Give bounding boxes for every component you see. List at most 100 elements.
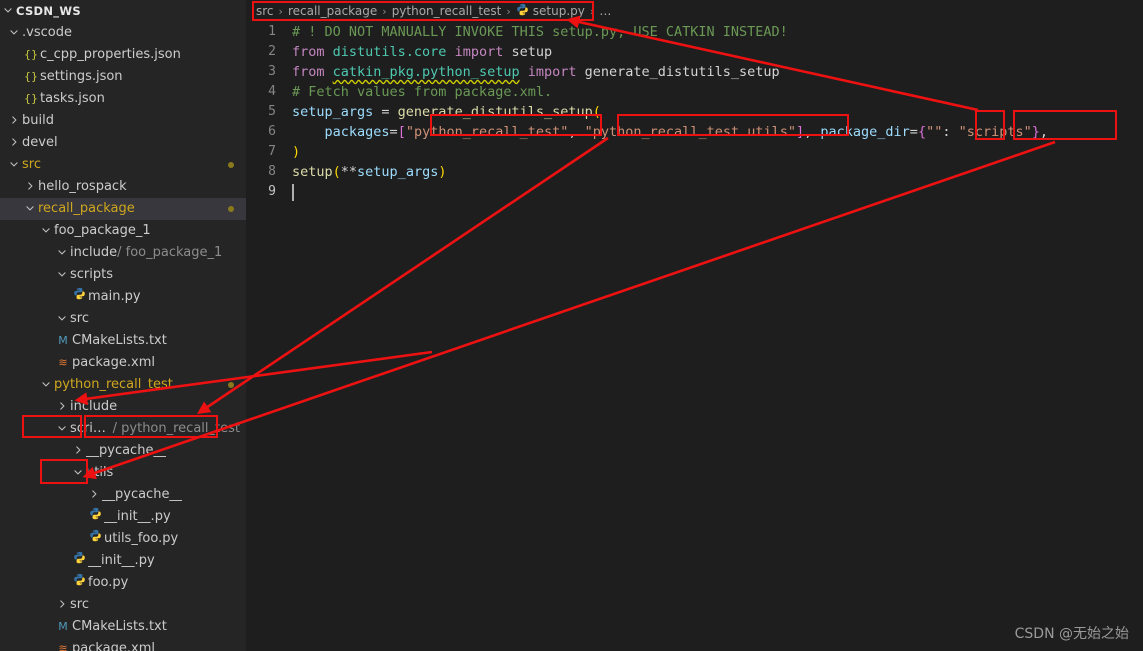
tree-item-include[interactable]: include — [0, 396, 246, 418]
tree-item-__init__py[interactable]: __init__.py — [0, 550, 246, 572]
tree-item-__pycache__[interactable]: __pycache__ — [0, 484, 246, 506]
code-line[interactable]: 7) — [246, 142, 1143, 162]
tree-item-devel[interactable]: devel — [0, 132, 246, 154]
chevron-right-icon[interactable] — [86, 484, 102, 506]
tree-item-recall_package[interactable]: recall_package — [0, 198, 246, 220]
line-text[interactable]: setup(**setup_args) — [292, 162, 446, 182]
tree-item-include[interactable]: include / foo_package_1 — [0, 242, 246, 264]
tree-item-utils[interactable]: utils — [0, 462, 246, 484]
editor-pane[interactable]: src › recall_package › python_recall_test › se… — [246, 0, 1143, 651]
tree-item-settingsjson[interactable]: {} settings.json — [0, 66, 246, 88]
tree-item-packagexml[interactable]: ≋ package.xml — [0, 638, 246, 651]
tree-item-CMakeListstxt[interactable]: M CMakeLists.txt — [0, 616, 246, 638]
code-token: import — [519, 64, 585, 80]
line-text[interactable]: # ! DO NOT MANUALLY INVOKE THIS setup.py… — [292, 22, 788, 42]
code-token: setup — [292, 164, 333, 180]
code-line[interactable]: 2 from distutils.core import setup — [246, 42, 1143, 62]
modified-dot — [228, 206, 234, 212]
tree-item-tasksjson[interactable]: {} tasks.json — [0, 88, 246, 110]
breadcrumb[interactable]: src › recall_package › python_recall_test › se… — [246, 0, 611, 22]
tree-item-__pycache__[interactable]: __pycache__ — [0, 440, 246, 462]
tree-item-label: build — [22, 113, 54, 128]
chevron-right-icon[interactable] — [70, 440, 86, 462]
tree-item-src[interactable]: src — [0, 308, 246, 330]
code-token: , — [1039, 124, 1049, 140]
tree-item-mainpy[interactable]: main.py — [0, 286, 246, 308]
tree-item-label: tasks.json — [40, 91, 105, 106]
tree-item-scripts[interactable]: scripts / python_recall_test — [0, 418, 246, 440]
tree-root[interactable]: CSDN_WS — [0, 0, 246, 22]
tree-item-src[interactable]: src — [0, 154, 246, 176]
code-token: setup_args — [292, 104, 374, 120]
chevron-right-icon[interactable] — [6, 132, 22, 154]
tree-item-packagexml[interactable]: ≋ package.xml — [0, 352, 246, 374]
chevron-down-icon[interactable] — [22, 198, 38, 220]
chevron-down-icon[interactable] — [6, 22, 22, 44]
tree-item-hello_rospack[interactable]: hello_rospack — [0, 176, 246, 198]
tree-item-foopy[interactable]: foo.py — [0, 572, 246, 594]
line-text[interactable]: ) — [292, 142, 300, 162]
tree-item-utils_foopy[interactable]: utils_foo.py — [0, 528, 246, 550]
line-number: 5 — [268, 104, 276, 119]
line-text[interactable]: setup_args = generate_distutils_setup( — [292, 102, 601, 122]
code-token: { — [917, 124, 927, 140]
line-text[interactable]: # Fetch values from package.xml. — [292, 82, 552, 102]
chevron-down-icon[interactable] — [54, 418, 70, 440]
tree-item-label: CMakeLists.txt — [72, 333, 167, 348]
tree-item-label: package.xml — [72, 641, 155, 651]
tree-item-label: __init__.py — [104, 509, 171, 524]
breadcrumb-item[interactable]: src — [256, 4, 274, 18]
tree-item-label: src — [22, 157, 41, 172]
breadcrumb-item[interactable]: python_recall_test — [392, 4, 502, 18]
code-line[interactable]: 1 # ! DO NOT MANUALLY INVOKE THIS setup.p… — [246, 22, 1143, 42]
chevron-down-icon[interactable] — [70, 462, 86, 484]
tree-item-scripts[interactable]: scripts — [0, 264, 246, 286]
line-text[interactable] — [292, 182, 294, 202]
chevron-down-icon[interactable] — [54, 264, 70, 286]
tree-item-src[interactable]: src — [0, 594, 246, 616]
line-text[interactable]: from distutils.core import setup — [292, 42, 552, 62]
code-token: setup — [511, 44, 553, 60]
chevron-right-icon[interactable] — [6, 110, 22, 132]
tree-item-build[interactable]: build — [0, 110, 246, 132]
tree-item-vscode[interactable]: .vscode — [0, 22, 246, 44]
chevron-down-icon[interactable] — [6, 154, 22, 176]
tree-item-__init__py[interactable]: __init__.py — [0, 506, 246, 528]
breadcrumb-item[interactable]: … — [599, 4, 611, 18]
breadcrumb-separator: › — [506, 4, 511, 18]
tree-item-CMakeListstxt[interactable]: M CMakeLists.txt — [0, 330, 246, 352]
chevron-down-icon[interactable] — [54, 308, 70, 330]
code-token: ( — [332, 164, 341, 180]
chevron-right-icon[interactable] — [54, 594, 70, 616]
breadcrumb-item[interactable]: setup.py — [533, 4, 585, 18]
code-line[interactable]: 6 packages=["python_recall_test", "pytho… — [246, 122, 1143, 142]
chevron-right-icon[interactable] — [22, 176, 38, 198]
breadcrumb-item[interactable]: recall_package — [288, 4, 377, 18]
code-token: ) — [438, 164, 447, 180]
file-tree[interactable]: CSDN_WS .vscode{} c_cpp_properties.json{} s… — [0, 0, 246, 651]
code-line[interactable]: 9 — [246, 182, 1143, 202]
watermark: CSDN @无始之始 — [1014, 626, 1129, 642]
explorer-sidebar[interactable]: CSDN_WS .vscode{} c_cpp_properties.json{} s… — [0, 0, 246, 651]
chevron-down-icon[interactable] — [0, 0, 16, 22]
chevron-down-icon[interactable] — [38, 220, 54, 242]
chevron-down-icon[interactable] — [54, 242, 70, 264]
code-line[interactable]: 8 setup(**setup_args) — [246, 162, 1143, 182]
code-token: # Fetch values from package.xml. — [292, 84, 553, 100]
breadcrumb-separator: › — [589, 4, 595, 18]
line-text[interactable]: packages=["python_recall_test", "python_… — [292, 122, 1049, 142]
tree-item-label: include — [70, 245, 118, 260]
line-text[interactable]: from catkin_pkg.python_setup import gene… — [292, 62, 780, 82]
tree-item-label: __pycache__ — [102, 487, 183, 502]
chevron-right-icon[interactable] — [54, 396, 70, 418]
code-token: distutils.core — [332, 44, 447, 60]
chevron-down-icon[interactable] — [38, 374, 54, 396]
code-token: : — [942, 124, 959, 140]
tree-item-python_recall_test[interactable]: python_recall_test — [0, 374, 246, 396]
code-line[interactable]: 5 setup_args = generate_distutils_setup( — [246, 102, 1143, 122]
tree-item-c_cpp_propertiesjson[interactable]: {} c_cpp_properties.json — [0, 44, 246, 66]
code-line[interactable]: 4 # Fetch values from package.xml. — [246, 82, 1143, 102]
code-line[interactable]: 3 from catkin_pkg.python_setup import gen… — [246, 62, 1143, 82]
tree-item-foo_package_1[interactable]: foo_package_1 — [0, 220, 246, 242]
code-content[interactable]: 1 # ! DO NOT MANUALLY INVOKE THIS setup.p… — [246, 22, 1143, 651]
